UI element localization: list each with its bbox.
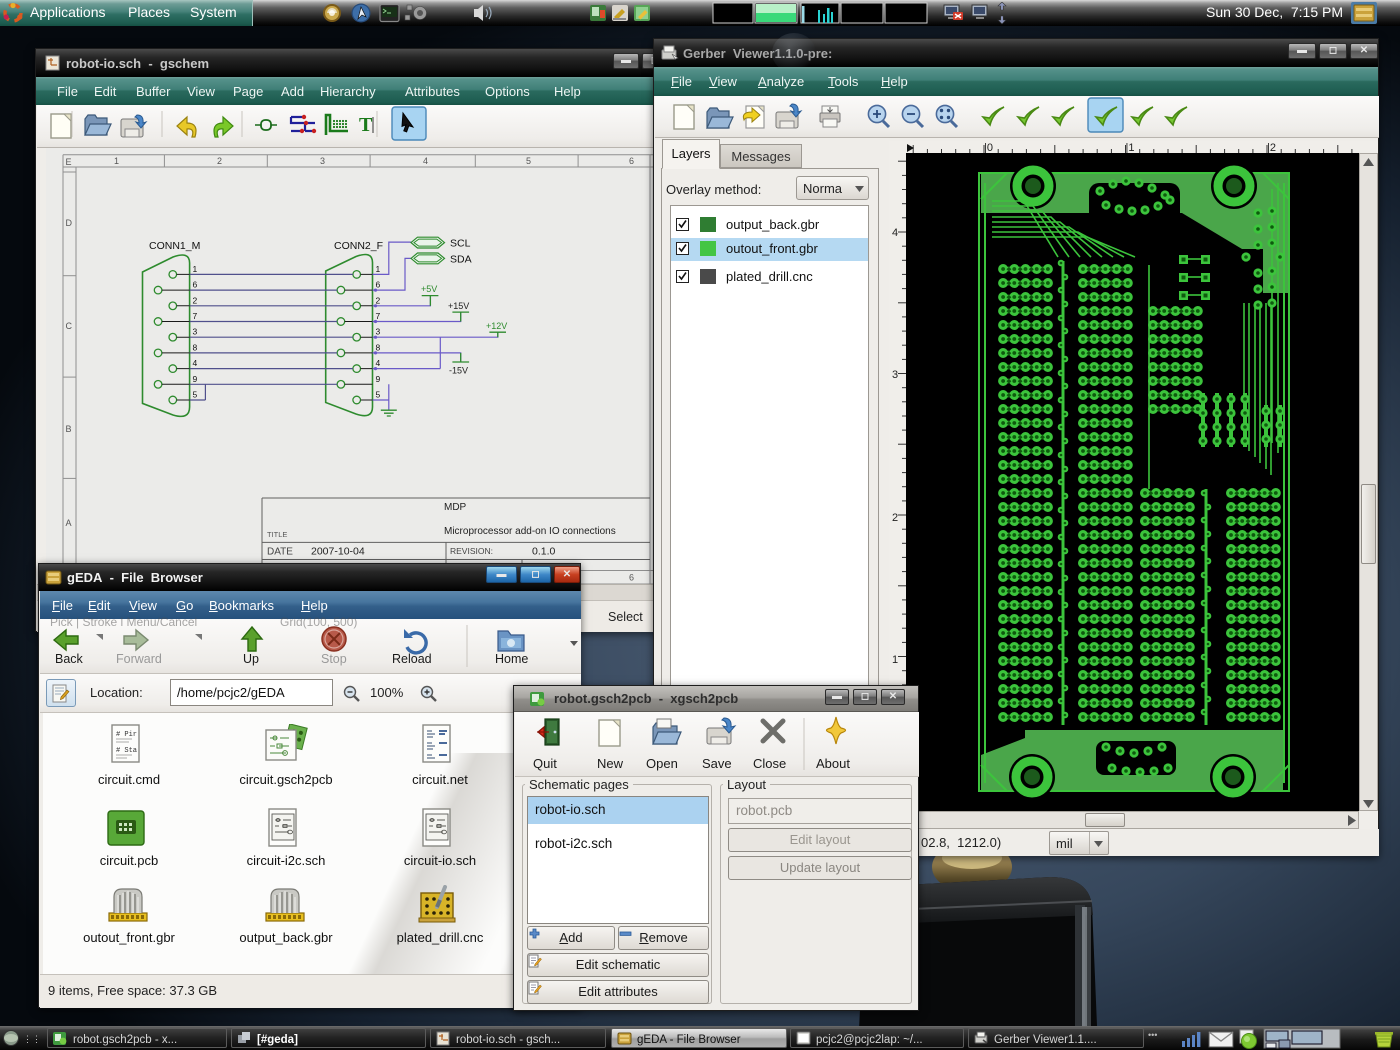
svg-text:6: 6 [629, 573, 634, 583]
svg-text:Stop: Stop [321, 652, 347, 666]
svg-text:About: About [816, 756, 850, 771]
svg-text:D: D [66, 218, 73, 228]
svg-text:New: New [597, 756, 624, 771]
svg-text:Up: Up [243, 652, 259, 666]
svg-text:2: 2 [892, 512, 898, 524]
svg-text:6: 6 [193, 280, 198, 290]
svg-text:5: 5 [376, 390, 381, 400]
svg-text:7: 7 [193, 311, 198, 321]
svg-text:DATE: DATE [267, 547, 293, 558]
svg-text:# Sta: # Sta [116, 747, 137, 755]
svg-text:CONN2_F: CONN2_F [334, 240, 383, 252]
svg-text:Open: Open [646, 756, 678, 771]
svg-text:8: 8 [376, 342, 381, 352]
svg-text:Microprocessor add-on IO conne: Microprocessor add-on IO connections [444, 526, 616, 537]
svg-text:7: 7 [376, 311, 381, 321]
svg-text:Save: Save [702, 756, 732, 771]
svg-text:Quit: Quit [533, 756, 557, 771]
svg-text:2: 2 [217, 156, 222, 166]
svg-text:TITLE: TITLE [267, 530, 287, 539]
svg-text:3: 3 [892, 369, 898, 381]
svg-text:MDP: MDP [444, 502, 467, 513]
svg-text:3: 3 [320, 156, 325, 166]
svg-text:4: 4 [892, 227, 898, 239]
svg-text:Close: Close [753, 756, 786, 771]
svg-text:B: B [66, 424, 72, 434]
svg-text:6: 6 [629, 156, 634, 166]
svg-text:4: 4 [376, 358, 381, 368]
svg-text:Back: Back [55, 652, 84, 666]
svg-text:8: 8 [193, 342, 198, 352]
svg-text:Reload: Reload [392, 652, 432, 666]
svg-text:+12V: +12V [486, 321, 507, 331]
svg-text:Forward: Forward [116, 652, 162, 666]
svg-text:-15V: -15V [449, 366, 468, 376]
svg-text:4: 4 [423, 156, 428, 166]
svg-text:5: 5 [526, 156, 531, 166]
svg-text:4: 4 [193, 358, 198, 368]
svg-text:2: 2 [193, 295, 198, 305]
svg-text:1: 1 [892, 654, 898, 666]
svg-text:3: 3 [376, 327, 381, 337]
svg-text:3: 3 [193, 327, 198, 337]
svg-text:6: 6 [376, 280, 381, 290]
svg-text:REVISION:: REVISION: [450, 546, 493, 556]
svg-text:SDA: SDA [450, 253, 472, 265]
svg-text:9: 9 [193, 374, 198, 384]
svg-text:1: 1 [114, 156, 119, 166]
svg-text:⋮⋮: ⋮⋮ [23, 1034, 41, 1044]
svg-text:+15V: +15V [448, 301, 469, 311]
svg-text:9: 9 [376, 374, 381, 384]
svg-text:# Pir: # Pir [116, 731, 137, 739]
svg-text:+5V: +5V [421, 284, 437, 294]
svg-text:1: 1 [376, 264, 381, 274]
svg-text:1: 1 [193, 264, 198, 274]
svg-text:0.1.0: 0.1.0 [532, 546, 556, 558]
svg-text:5: 5 [193, 390, 198, 400]
svg-text:2: 2 [376, 295, 381, 305]
svg-text:2007-10-04: 2007-10-04 [311, 546, 365, 558]
svg-text:•••: ••• [1148, 1030, 1157, 1040]
svg-text:A: A [66, 518, 72, 528]
svg-text:T: T [359, 114, 373, 136]
svg-text:C: C [66, 321, 73, 331]
svg-text:Home: Home [495, 652, 528, 666]
svg-text:CONN1_M: CONN1_M [149, 240, 200, 252]
svg-text:SCL: SCL [450, 238, 471, 250]
svg-text:E: E [66, 157, 72, 167]
